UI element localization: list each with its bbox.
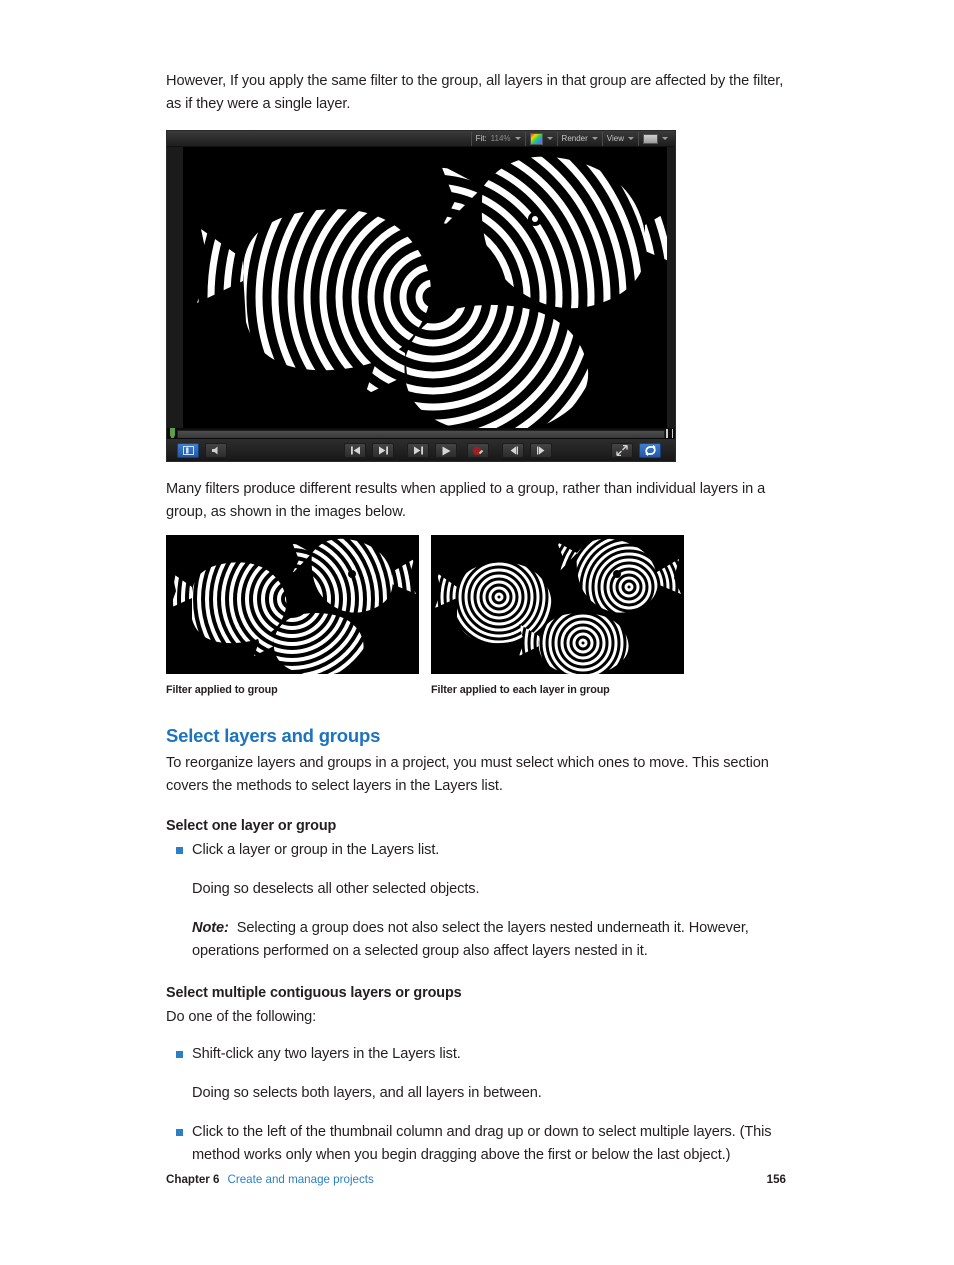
chevron-down-icon	[662, 137, 668, 140]
list-item: Click to the left of the thumbnail colum…	[176, 1121, 786, 1167]
note-label: Note:	[192, 920, 229, 936]
figure-image-group	[166, 535, 419, 674]
lead-in-text: Do one of the following:	[166, 1009, 317, 1025]
bullet-text: Shift-click any two layers in the Layers…	[192, 1046, 461, 1062]
figure-caption: Filter applied to group	[166, 684, 278, 696]
document-page: However, If you apply the same filter to…	[0, 0, 954, 1265]
intro-block: However, If you apply the same filter to…	[166, 70, 786, 116]
subsection-heading-select-multiple: Select multiple contiguous layers or gro…	[166, 985, 462, 1001]
bullet-text: Click to the left of the thumbnail colum…	[192, 1124, 772, 1163]
section-intro-paragraph: To reorganize layers and groups in a pro…	[166, 755, 769, 794]
intro-paragraph: However, If you apply the same filter to…	[166, 73, 784, 112]
view-label: View	[606, 134, 624, 143]
chevron-down-icon	[514, 137, 521, 140]
loop-button[interactable]	[639, 443, 661, 458]
fullscreen-button[interactable]	[611, 443, 633, 458]
play-from-start-button[interactable]	[407, 443, 429, 458]
bullet-icon	[176, 847, 183, 854]
render-label: Render	[561, 134, 588, 143]
bullet-icon	[176, 1051, 183, 1058]
list-item: Click a layer or group in the Layers lis…	[176, 839, 786, 862]
display-mode-control[interactable]	[638, 131, 672, 146]
transport-controls	[167, 438, 675, 461]
step-backward-button[interactable]	[502, 443, 524, 458]
figure-image-each-layer	[431, 535, 684, 674]
second-paragraph: Many filters produce different results w…	[166, 481, 766, 520]
go-to-end-button[interactable]	[372, 443, 394, 458]
second-paragraph-block: Many filters produce different results w…	[166, 478, 786, 524]
color-channels-control[interactable]	[524, 131, 557, 146]
figure-filter-applied-to-each-layer: Filter applied to each layer in group	[431, 535, 684, 696]
play-button[interactable]	[435, 443, 457, 458]
chevron-down-icon	[546, 137, 553, 140]
canvas-artwork	[183, 147, 667, 428]
section-heading: Select layers and groups	[166, 725, 381, 746]
note-text: Selecting a group does not also select t…	[192, 920, 749, 959]
color-channels-icon	[529, 132, 543, 145]
render-menu[interactable]: Render	[556, 131, 602, 146]
comparison-figures: Filter applied to group Filter applied t…	[166, 535, 786, 696]
zoom-label: Fit:	[475, 134, 487, 143]
follow-up-text-one: Doing so deselects all other selected ob…	[192, 881, 480, 897]
zoom-value: 114%	[490, 134, 511, 143]
zoom-control[interactable]: Fit: 114%	[470, 131, 525, 146]
step-forward-button[interactable]	[530, 443, 552, 458]
viewer-left-ruler	[167, 147, 184, 428]
viewer-right-ruler	[667, 147, 675, 428]
chevron-down-icon	[628, 137, 634, 140]
figure-filter-applied-to-group: Filter applied to group	[166, 535, 419, 696]
go-to-start-button[interactable]	[344, 443, 366, 458]
record-button[interactable]	[467, 443, 489, 458]
viewer-canvas[interactable]	[183, 147, 667, 428]
chevron-down-icon	[591, 137, 598, 140]
audio-button[interactable]	[205, 443, 227, 458]
figure-caption: Filter applied to each layer in group	[431, 684, 610, 696]
view-menu[interactable]: View	[601, 131, 638, 146]
bullet-icon	[176, 1129, 183, 1136]
list-item: Shift-click any two layers in the Layers…	[176, 1043, 786, 1066]
motion-viewer-screenshot: Fit: 114% Render View	[166, 130, 676, 462]
footer-page-number: 156	[766, 1173, 786, 1186]
footer-chapter-title-link[interactable]: Create and manage projects	[227, 1173, 373, 1186]
toggle-panel-button[interactable]	[177, 443, 199, 458]
note-block: Note: Selecting a group does not also se…	[192, 917, 786, 963]
footer-left-group: Chapter 6 Create and manage projects	[166, 1172, 374, 1188]
follow-up-text-two: Doing so selects both layers, and all la…	[192, 1085, 542, 1101]
section-select-layers-and-groups: Select layers and groups To reorganize l…	[166, 724, 786, 1167]
subsection-heading-select-one: Select one layer or group	[166, 818, 337, 834]
display-mode-icon	[643, 133, 658, 144]
footer-chapter-label: Chapter 6	[166, 1173, 220, 1186]
viewer-toolbar: Fit: 114% Render View	[167, 131, 675, 147]
bullet-text: Click a layer or group in the Layers lis…	[192, 842, 440, 858]
